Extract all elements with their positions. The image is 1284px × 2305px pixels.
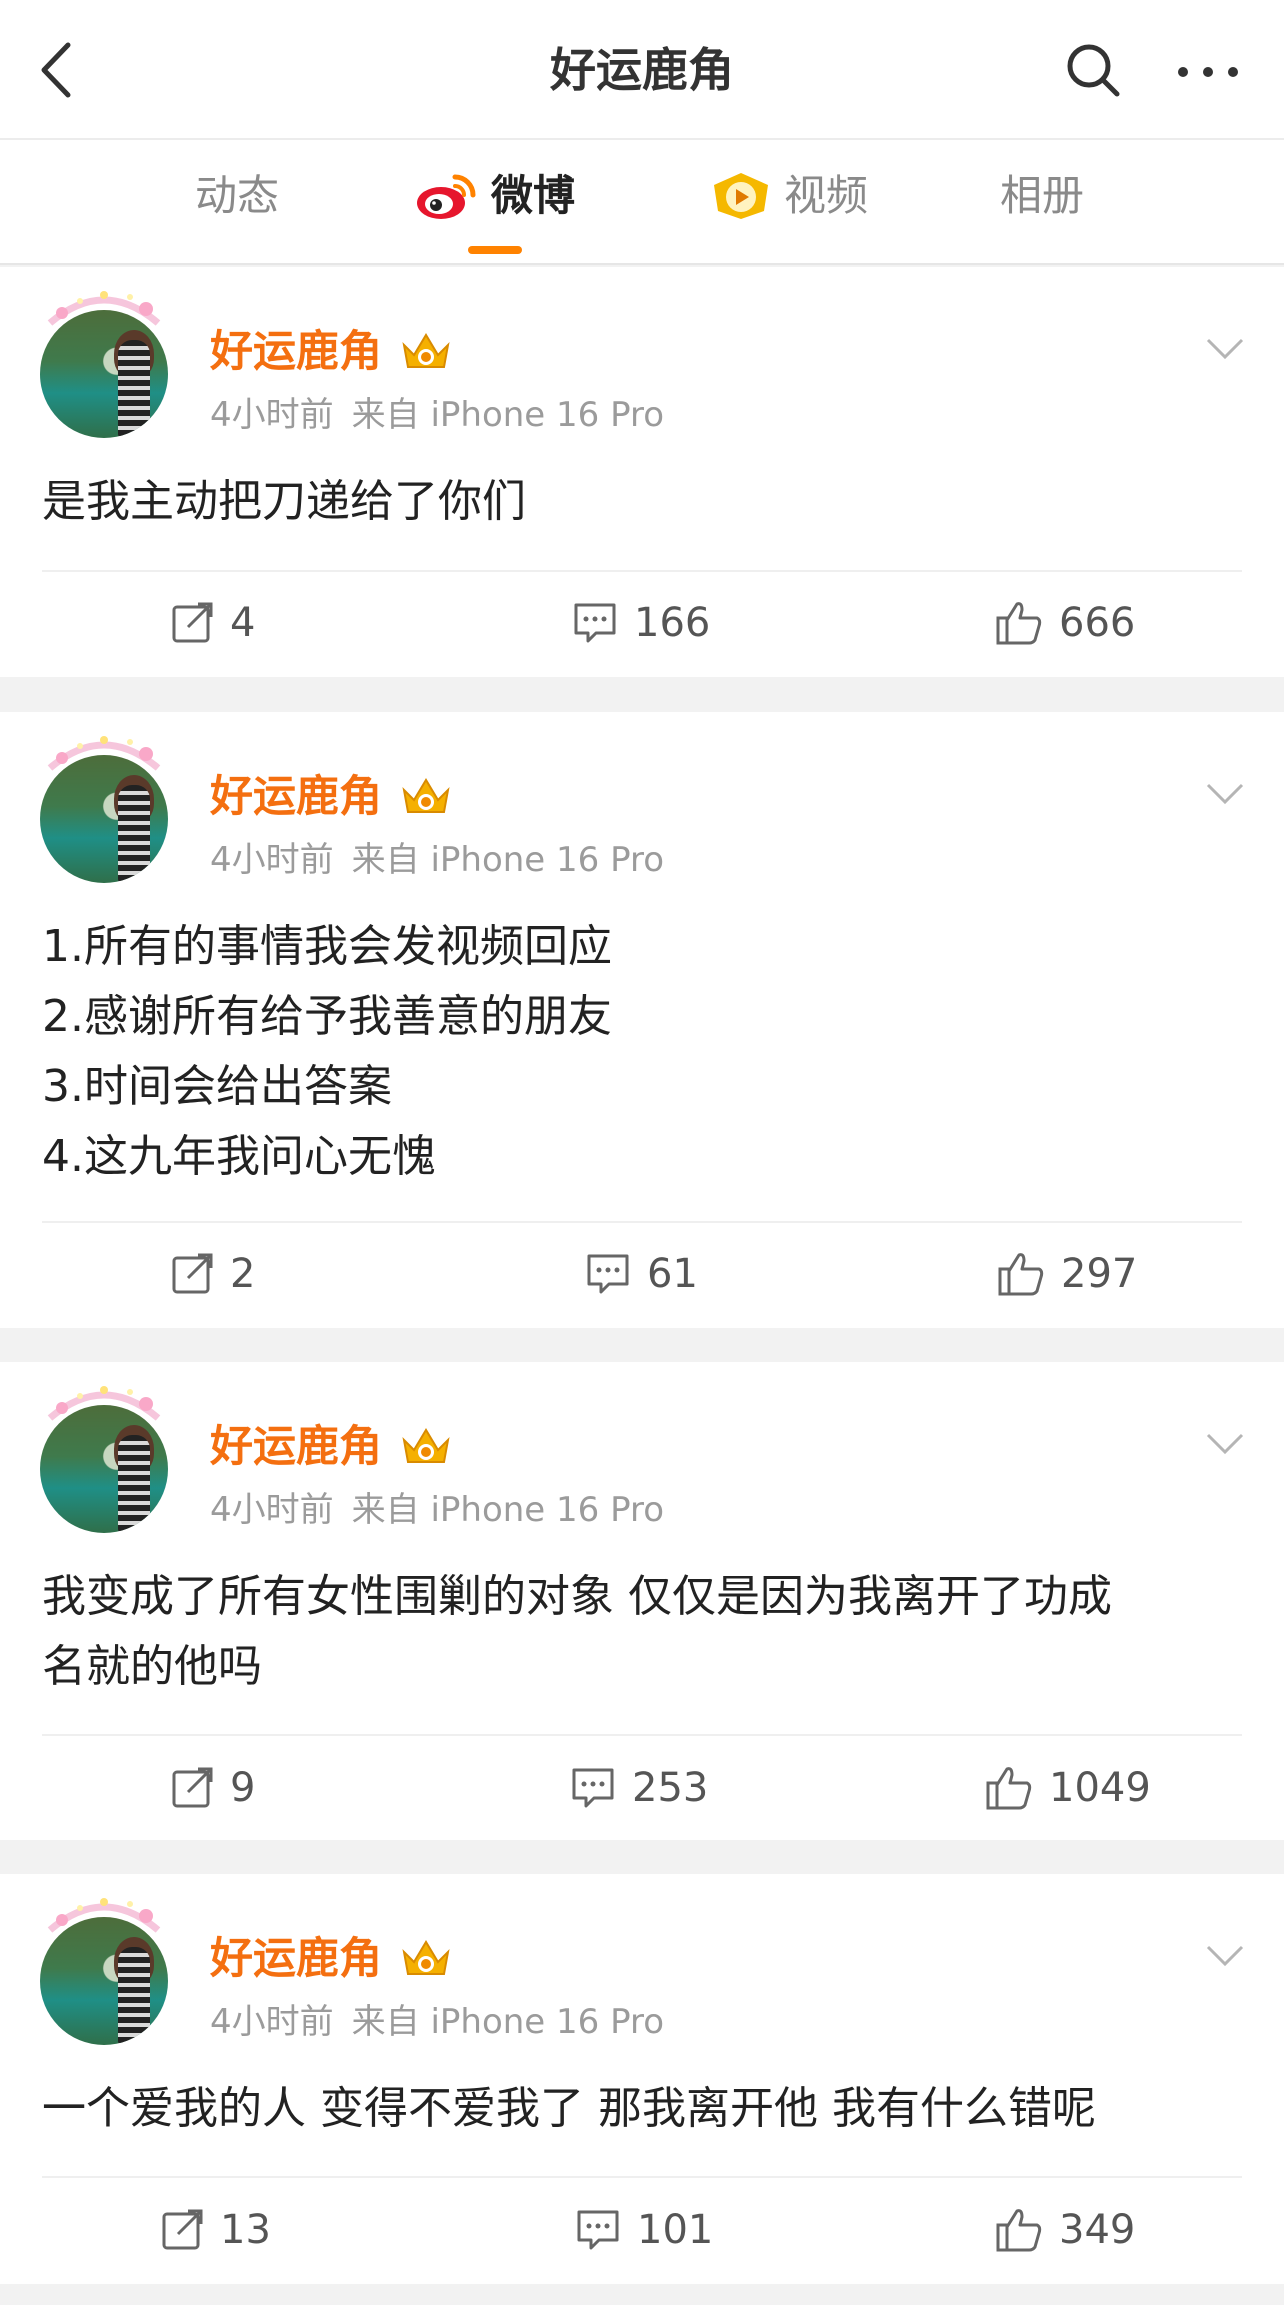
tab-label: 动态 — [195, 171, 280, 220]
divider — [42, 570, 1242, 572]
post-card[interactable]: 好运鹿角 4小时前 来自 iPhone 16 Pro 我变成了所有女性围剿的对象 … — [0, 1362, 1284, 1840]
repost-icon — [172, 1253, 213, 1294]
more-options-button[interactable] — [1178, 48, 1238, 96]
thumbs-up-icon — [996, 2209, 1042, 2252]
tab-dynamics[interactable]: 动态 — [195, 166, 279, 226]
post-time: 4小时前 — [210, 395, 334, 435]
avatar-frame-icon — [47, 736, 161, 771]
like-button[interactable]: 349 — [995, 2200, 1135, 2260]
more-dot-icon — [1203, 67, 1213, 77]
avatar-frame-icon — [47, 291, 161, 326]
post-time: 4小时前 — [210, 2002, 334, 2042]
tab-label: 微博 — [491, 171, 576, 220]
weibo-logo-icon — [417, 174, 476, 219]
repost-button[interactable]: 13 — [160, 2200, 271, 2260]
comment-button[interactable]: 253 — [570, 1758, 708, 1818]
tab-label: 视频 — [784, 171, 869, 220]
post-text: 一个爱我的人 变得不爱我了 那我离开他 我有什么错呢 — [42, 2083, 1096, 2134]
like-count: 349 — [1059, 2207, 1136, 2253]
search-button[interactable] — [1065, 42, 1121, 98]
comment-button[interactable]: 61 — [585, 1244, 698, 1304]
comment-count: 166 — [634, 600, 711, 646]
comment-icon — [572, 1768, 614, 1808]
repost-button[interactable]: 2 — [170, 1244, 255, 1304]
post-meta: 4小时前 来自 iPhone 16 Pro — [210, 1486, 664, 1534]
tab-weibo[interactable]: 微博 — [415, 166, 575, 226]
thumbs-up-icon — [996, 602, 1042, 645]
video-play-icon — [714, 173, 768, 219]
post-meta: 4小时前 来自 iPhone 16 Pro — [210, 1998, 664, 2046]
avatar-frame-icon — [47, 1898, 161, 1933]
top-bar: 好运鹿角 — [0, 0, 1284, 140]
chevron-down-icon[interactable] — [1205, 335, 1245, 363]
comment-count: 101 — [637, 2207, 714, 2253]
search-icon — [1067, 44, 1120, 97]
post-source: 来自 iPhone 16 Pro — [351, 2002, 665, 2042]
post-time: 4小时前 — [210, 1490, 334, 1530]
chevron-down-icon[interactable] — [1205, 1942, 1245, 1970]
post-text: 1.所有的事情我会发视频回应 2.感谢所有给予我善意的朋友 3.时间会给出答案 … — [42, 921, 612, 1182]
username[interactable]: 好运鹿角 — [210, 322, 382, 382]
more-dot-icon — [1228, 67, 1238, 77]
like-button[interactable]: 1049 — [985, 1758, 1151, 1818]
divider — [42, 1221, 1242, 1223]
like-count: 666 — [1059, 600, 1136, 646]
post-meta: 4小时前 来自 iPhone 16 Pro — [210, 836, 664, 884]
comment-icon — [587, 1254, 629, 1294]
comment-count: 253 — [632, 1765, 709, 1811]
avatar-frame-icon — [47, 1386, 161, 1421]
comment-button[interactable]: 101 — [575, 2200, 713, 2260]
username[interactable]: 好运鹿角 — [210, 1417, 382, 1477]
like-button[interactable]: 666 — [995, 593, 1135, 653]
repost-button[interactable]: 9 — [170, 1758, 255, 1818]
repost-count: 4 — [230, 600, 256, 646]
repost-icon — [172, 1767, 213, 1808]
repost-count: 9 — [230, 1765, 256, 1811]
post-source: 来自 iPhone 16 Pro — [351, 1490, 665, 1530]
post-card[interactable]: 好运鹿角 4小时前 来自 iPhone 16 Pro 一个爱我的人 变得不爱我了 … — [0, 1874, 1284, 2284]
vip-crown-icon — [402, 1428, 450, 1463]
tab-album[interactable]: 相册 — [1000, 166, 1084, 226]
post-source: 来自 iPhone 16 Pro — [351, 840, 665, 880]
tab-video[interactable]: 视频 — [710, 166, 868, 226]
post-card[interactable]: 好运鹿角 4小时前 来自 iPhone 16 Pro 是我主动把刀递给了你们 4 … — [0, 267, 1284, 677]
comment-button[interactable]: 166 — [572, 593, 710, 653]
comment-icon — [577, 2210, 619, 2250]
chevron-down-icon[interactable] — [1205, 780, 1245, 808]
repost-count: 13 — [220, 2207, 271, 2253]
repost-count: 2 — [230, 1251, 256, 1297]
post-text: 是我主动把刀递给了你们 — [42, 476, 526, 527]
post-time: 4小时前 — [210, 840, 334, 880]
post-source: 来自 iPhone 16 Pro — [351, 395, 665, 435]
profile-tabs: 动态 微博 视频 相册 — [0, 140, 1284, 265]
tab-label: 相册 — [1000, 171, 1085, 220]
chevron-down-icon[interactable] — [1205, 1430, 1245, 1458]
repost-icon — [172, 602, 213, 643]
comment-icon — [574, 603, 616, 643]
divider — [42, 2176, 1242, 2178]
more-dot-icon — [1178, 67, 1188, 77]
thumbs-up-icon — [998, 1253, 1044, 1296]
comment-count: 61 — [647, 1251, 698, 1297]
repost-icon — [162, 2209, 203, 2250]
vip-crown-icon — [402, 778, 450, 813]
post-card[interactable]: 好运鹿角 4小时前 来自 iPhone 16 Pro 1.所有的事情我会发视频回应… — [0, 712, 1284, 1328]
post-meta: 4小时前 来自 iPhone 16 Pro — [210, 391, 664, 439]
username[interactable]: 好运鹿角 — [210, 767, 382, 827]
active-tab-indicator — [468, 246, 522, 254]
divider — [42, 1734, 1242, 1736]
vip-crown-icon — [402, 1940, 450, 1975]
username[interactable]: 好运鹿角 — [210, 1929, 382, 1989]
thumbs-up-icon — [986, 1767, 1032, 1810]
post-text: 我变成了所有女性围剿的对象 仅仅是因为我离开了功成 名就的他吗 — [42, 1571, 1112, 1692]
like-count: 1049 — [1049, 1765, 1151, 1811]
like-count: 297 — [1061, 1251, 1138, 1297]
repost-button[interactable]: 4 — [170, 593, 255, 653]
like-button[interactable]: 297 — [997, 1244, 1137, 1304]
vip-crown-icon — [402, 333, 450, 368]
